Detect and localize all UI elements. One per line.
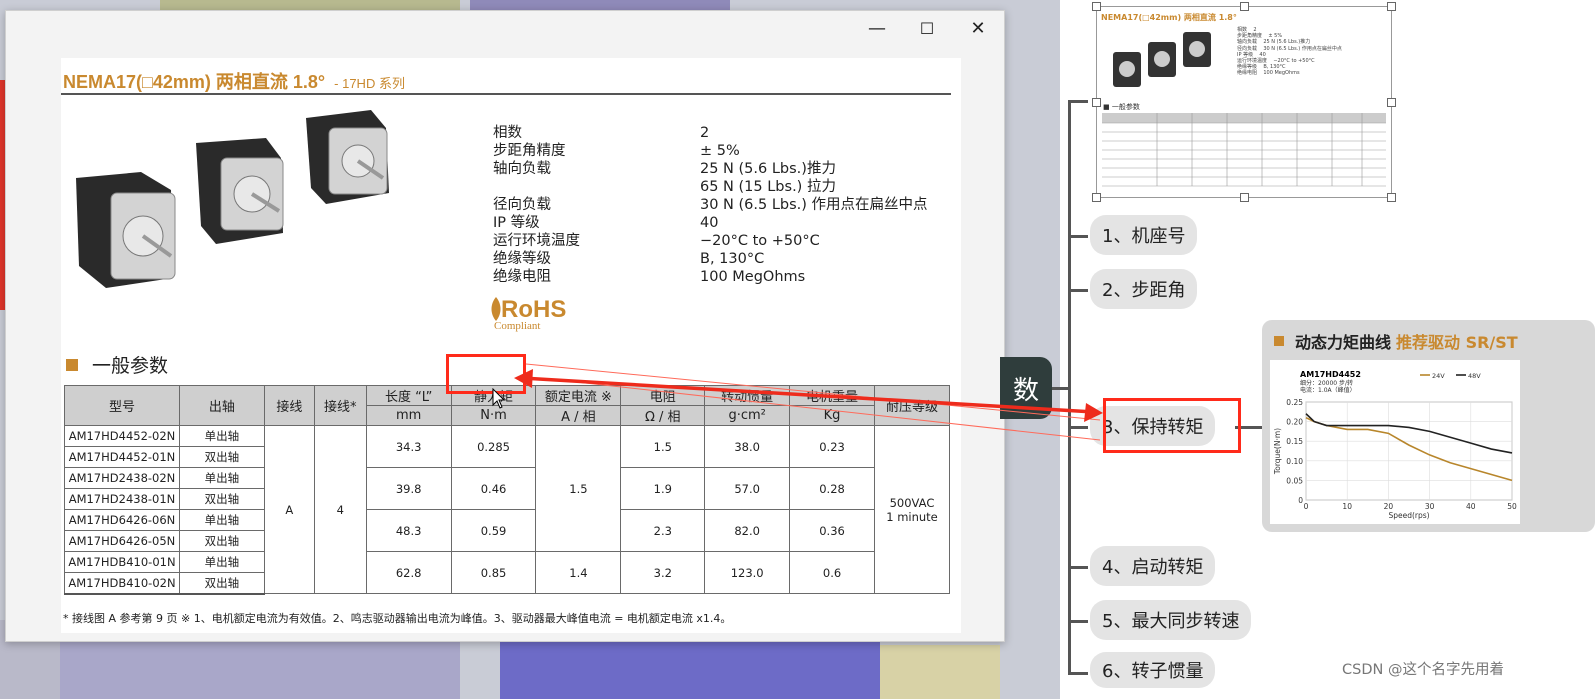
y-tick-label: 0.10 (1286, 457, 1303, 466)
x-tick-label: 10 (1342, 502, 1352, 511)
arrow-head-icon (514, 369, 533, 388)
x-tick-label: 20 (1384, 502, 1394, 511)
watermark: CSDN @这个名字先用着 (1342, 662, 1504, 678)
series-line-48V (1305, 413, 1513, 454)
annotation-line (525, 363, 1101, 421)
legend-label: 24V (1432, 372, 1445, 380)
x-tick-label: 50 (1507, 502, 1517, 511)
x-axis-label: Speed(rps) (1388, 511, 1429, 520)
y-tick-label: 0 (1298, 496, 1303, 505)
x-tick-label: 40 (1466, 502, 1476, 511)
torque-card-title-text: 动态力矩曲线 (1295, 333, 1392, 352)
torque-chart: 0 0.05 0.10 0.15 0.20 0.25 0 10 20 30 40 50 Speed(rp… (1273, 372, 1517, 520)
legend-label: 48V (1468, 372, 1481, 380)
x-tick-label: 0 (1304, 502, 1309, 511)
torque-card-accent: 推荐驱动 SR/ST (1396, 333, 1518, 352)
arrow-shaft (521, 376, 1095, 414)
plot-area (1305, 401, 1513, 501)
y-tick-label: 0.05 (1286, 476, 1303, 485)
y-axis-label: Torque(N·m) (1273, 428, 1282, 475)
y-tick-label: 0.25 (1286, 398, 1303, 407)
title-bullet-icon (1274, 336, 1284, 346)
torque-chart-panel: AM17HD4452 细分：20000 步/转 电流：1.0A（峰值） 0 0.0… (1270, 360, 1520, 524)
torque-curve-card[interactable]: 动态力矩曲线 推荐驱动 SR/ST AM17HD4452 细分：20000 步/… (1262, 320, 1595, 532)
x-tick-label: 30 (1425, 502, 1435, 511)
y-tick-label: 0.20 (1286, 418, 1303, 427)
y-tick-label: 0.15 (1286, 437, 1303, 446)
torque-card-title: 动态力矩曲线 推荐驱动 SR/ST (1274, 329, 1518, 353)
